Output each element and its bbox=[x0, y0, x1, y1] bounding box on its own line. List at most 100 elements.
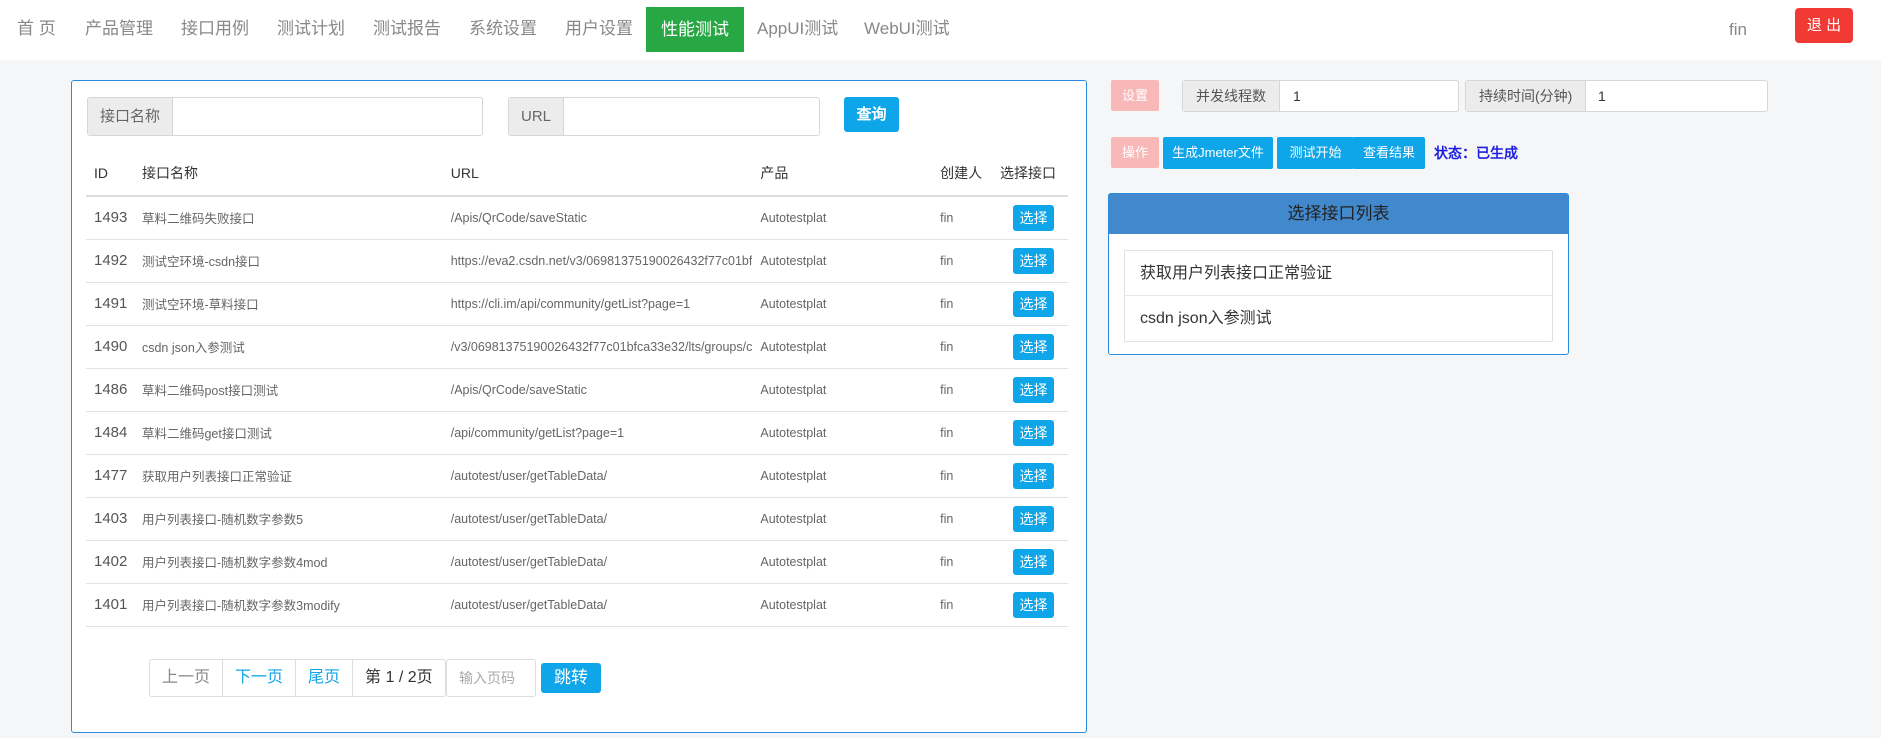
name-search-group: 接口名称 bbox=[87, 97, 483, 136]
row-creator: fin bbox=[932, 368, 992, 412]
selected-list: 获取用户列表接口正常验证 csdn json入参测试 bbox=[1124, 250, 1553, 342]
row-name: 用户列表接口-随机数字参数4mod bbox=[133, 540, 443, 584]
row-action: 选择 bbox=[992, 282, 1068, 326]
header-url: URL bbox=[442, 151, 753, 197]
row-name: csdn json入参测试 bbox=[133, 325, 443, 369]
nav-reports[interactable]: 测试报告 bbox=[373, 0, 441, 52]
row-creator: fin bbox=[932, 540, 992, 584]
row-name: 用户列表接口-随机数字参数5 bbox=[133, 497, 443, 541]
pagination: 上一页 下一页 尾页 第 1 / 2页 bbox=[149, 659, 446, 697]
select-button[interactable]: 选择 bbox=[1013, 247, 1054, 274]
table-row: 1493 草料二维码失败接口/Apis/QrCode/saveStatic Auto… bbox=[86, 196, 1068, 240]
next-page-button[interactable]: 下一页 bbox=[223, 660, 297, 696]
row-id: 1403 bbox=[86, 497, 134, 541]
query-button[interactable]: 查询 bbox=[844, 97, 899, 132]
jump-button[interactable]: 跳转 bbox=[541, 663, 601, 693]
row-id: 1477 bbox=[86, 454, 134, 498]
threads-label: 并发线程数 bbox=[1183, 81, 1280, 111]
select-button[interactable]: 选择 bbox=[1013, 204, 1054, 231]
prev-page-button[interactable]: 上一页 bbox=[150, 660, 224, 696]
row-product: Autotestplat bbox=[752, 583, 933, 627]
row-product: Autotestplat bbox=[752, 497, 933, 541]
row-url: /Apis/QrCode/saveStatic bbox=[442, 368, 753, 412]
header-product: 产品 bbox=[752, 151, 933, 197]
row-url: /v3/06981375190026432f77c01bfca33e32/lts… bbox=[442, 325, 753, 369]
row-action: 选择 bbox=[992, 196, 1068, 240]
table-row: 1492 测试空环境-csdn接口 https://eva2.csdn.net/v3… bbox=[86, 239, 1068, 283]
row-creator: fin bbox=[932, 454, 992, 498]
selected-interfaces-panel: 选择接口列表 获取用户列表接口正常验证 csdn json入参测试 bbox=[1108, 193, 1569, 355]
logout-button[interactable]: 退 出 bbox=[1795, 8, 1853, 43]
nav-users[interactable]: 用户设置 bbox=[565, 0, 633, 52]
table-header: ID 接口名称 URL 产品 创建人 选择接口 bbox=[86, 151, 1068, 197]
row-id: 1490 bbox=[86, 325, 134, 369]
row-id: 1493 bbox=[86, 196, 134, 240]
row-product: Autotestplat bbox=[752, 282, 933, 326]
row-action: 选择 bbox=[992, 411, 1068, 455]
url-search-label: URL bbox=[509, 98, 565, 135]
current-user[interactable]: fin bbox=[1729, 20, 1747, 40]
page-number-input[interactable]: 输入页码 bbox=[446, 659, 536, 697]
nav-api-cases[interactable]: 接口用例 bbox=[181, 0, 249, 52]
row-action: 选择 bbox=[992, 325, 1068, 369]
select-button[interactable]: 选择 bbox=[1013, 548, 1054, 575]
row-id: 1484 bbox=[86, 411, 134, 455]
nav-perf[interactable]: 性能测试 bbox=[646, 7, 744, 52]
row-creator: fin bbox=[932, 325, 992, 369]
last-page-button[interactable]: 尾页 bbox=[296, 660, 354, 696]
row-product: Autotestplat bbox=[752, 196, 933, 240]
duration-group: 持续时间(分钟) 1 bbox=[1465, 80, 1768, 112]
row-creator: fin bbox=[932, 282, 992, 326]
row-id: 1401 bbox=[86, 583, 134, 627]
select-button[interactable]: 选择 bbox=[1013, 419, 1054, 446]
duration-label: 持续时间(分钟) bbox=[1466, 81, 1587, 111]
top-nav: 首 页 产品管理 接口用例 测试计划 测试报告 系统设置 用户设置 性能测试 A… bbox=[0, 0, 1881, 60]
row-url: /autotest/user/getTableData/ bbox=[442, 454, 753, 498]
select-button[interactable]: 选择 bbox=[1013, 505, 1054, 532]
table-row: 1403 用户列表接口-随机数字参数5/autotest/user/getTabl… bbox=[86, 497, 1068, 541]
list-item[interactable]: 获取用户列表接口正常验证 bbox=[1125, 251, 1552, 296]
row-action: 选择 bbox=[992, 454, 1068, 498]
nav-appui[interactable]: AppUI测试 bbox=[757, 0, 838, 52]
url-search-group: URL bbox=[508, 97, 820, 136]
row-url: /Apis/QrCode/saveStatic bbox=[442, 196, 753, 240]
select-button[interactable]: 选择 bbox=[1013, 333, 1054, 360]
nav-system[interactable]: 系统设置 bbox=[469, 0, 537, 52]
row-creator: fin bbox=[932, 497, 992, 541]
row-creator: fin bbox=[932, 583, 992, 627]
row-url: /autotest/user/getTableData/ bbox=[442, 583, 753, 627]
row-creator: fin bbox=[932, 411, 992, 455]
nav-plans[interactable]: 测试计划 bbox=[277, 0, 345, 52]
row-id: 1492 bbox=[86, 239, 134, 283]
row-url: /autotest/user/getTableData/ bbox=[442, 497, 753, 541]
start-test-button[interactable]: 测试开始 bbox=[1277, 137, 1354, 169]
selected-list-title: 选择接口列表 bbox=[1109, 194, 1568, 234]
header-name: 接口名称 bbox=[133, 151, 443, 197]
row-action: 选择 bbox=[992, 540, 1068, 584]
row-url: /autotest/user/getTableData/ bbox=[442, 540, 753, 584]
nav-home[interactable]: 首 页 bbox=[17, 0, 56, 52]
row-product: Autotestplat bbox=[752, 368, 933, 412]
row-url: /api/community/getList?page=1 bbox=[442, 411, 753, 455]
settings-badge: 设置 bbox=[1111, 80, 1159, 111]
select-button[interactable]: 选择 bbox=[1013, 462, 1054, 489]
list-item[interactable]: csdn json入参测试 bbox=[1125, 296, 1552, 341]
select-button[interactable]: 选择 bbox=[1013, 290, 1054, 317]
table-row: 1491 测试空环境-草料接口 https://cli.im/api/communi… bbox=[86, 282, 1068, 326]
duration-input[interactable]: 1 bbox=[1598, 81, 1763, 111]
select-button[interactable]: 选择 bbox=[1013, 591, 1054, 618]
generate-jmeter-button[interactable]: 生成Jmeter文件 bbox=[1163, 137, 1273, 169]
select-button[interactable]: 选择 bbox=[1013, 376, 1054, 403]
page-info: 第 1 / 2页 bbox=[365, 669, 433, 686]
row-url: https://eva2.csdn.net/v3/069813751900264… bbox=[442, 239, 753, 283]
nav-webui[interactable]: WebUI测试 bbox=[864, 0, 950, 52]
threads-input[interactable]: 1 bbox=[1293, 81, 1453, 111]
nav-product[interactable]: 产品管理 bbox=[85, 0, 153, 52]
table-row: 1484 草料二维码get接口测试/api/community/getList?p… bbox=[86, 411, 1068, 455]
url-search-input[interactable] bbox=[561, 98, 819, 135]
view-result-button[interactable]: 查看结果 bbox=[1353, 137, 1425, 169]
interface-table: ID 接口名称 URL 产品 创建人 选择接口 1493 草料二维码失败接口/Ap… bbox=[86, 151, 1068, 627]
row-product: Autotestplat bbox=[752, 454, 933, 498]
name-search-input[interactable] bbox=[172, 98, 482, 135]
row-product: Autotestplat bbox=[752, 325, 933, 369]
